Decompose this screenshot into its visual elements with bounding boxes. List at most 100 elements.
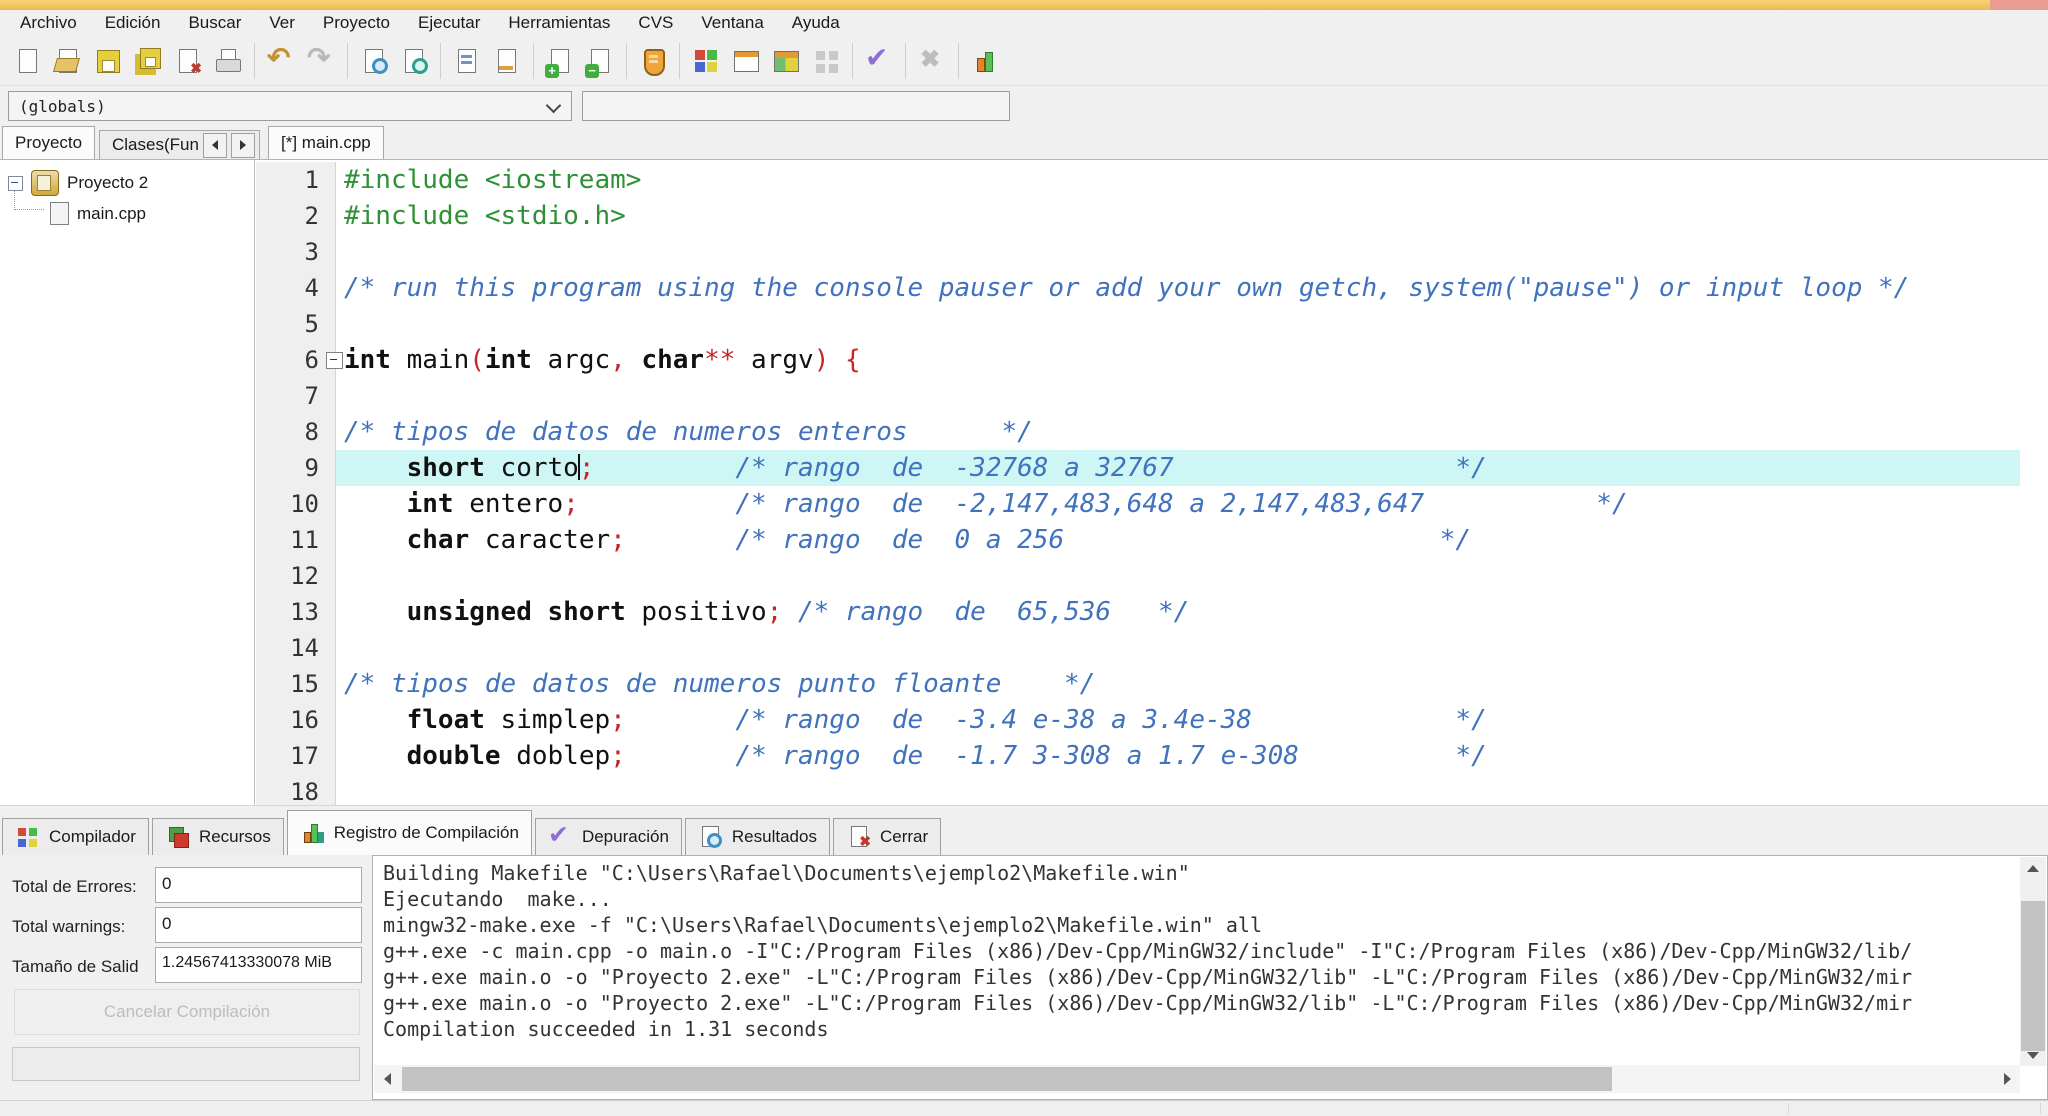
tree-collapse-icon[interactable] — [8, 176, 23, 191]
gutter-line-14[interactable]: 14 — [256, 630, 336, 666]
code-editor[interactable]: 1#include <iostream>2#include <stdio.h>3… — [256, 160, 2048, 805]
left-tab-proyecto[interactable]: Proyecto — [2, 126, 95, 159]
tree-node-file[interactable]: main.cpp — [50, 202, 146, 225]
output-size-field[interactable]: 1.24567413330078 MiB — [155, 947, 362, 983]
fold-collapse-icon[interactable] — [326, 352, 343, 369]
compile-log[interactable]: Building Makefile "C:\Users\Rafael\Docum… — [372, 855, 2048, 1100]
tab-scroll-right-button[interactable] — [231, 133, 255, 158]
gutter-line-8[interactable]: 8 — [256, 414, 336, 450]
code-line-14-text[interactable] — [336, 630, 2020, 666]
gutter-line-13[interactable]: 13 — [256, 594, 336, 630]
chevron-down-icon[interactable] — [546, 98, 562, 114]
windows-grid-button[interactable] — [806, 39, 846, 83]
window-layout-button[interactable] — [726, 39, 766, 83]
open-file-button[interactable] — [48, 39, 88, 83]
code-line-4-text[interactable]: /* run this program using the console pa… — [336, 270, 2020, 306]
new-file-button[interactable] — [8, 39, 48, 83]
scrollbar-thumb[interactable] — [402, 1067, 1612, 1091]
editor-tab-main-cpp[interactable]: [*] main.cpp — [268, 126, 384, 159]
report-tab-compilador[interactable]: Compilador — [2, 818, 149, 855]
menu-edici-n[interactable]: Edición — [91, 10, 175, 36]
report-tab-registro-de-compilaci-n[interactable]: Registro de Compilación — [287, 810, 532, 855]
warnings-value-field[interactable]: 0 — [155, 907, 362, 943]
menu-archivo[interactable]: Archivo — [6, 10, 91, 36]
left-tab-clases[interactable]: Clases(Fun — [99, 130, 260, 159]
profile-analysis-button[interactable] — [965, 39, 1005, 83]
code-line-13-text[interactable]: unsigned short positivo; /* rango de 65,… — [336, 594, 2020, 630]
gutter-line-5[interactable]: 5 — [256, 306, 336, 342]
menu-ayuda[interactable]: Ayuda — [778, 10, 854, 36]
gutter-line-4[interactable]: 4 — [256, 270, 336, 306]
code-line-16-text[interactable]: float simplep; /* rango de -3.4 e-38 a 3… — [336, 702, 2020, 738]
menu-herramientas[interactable]: Herramientas — [494, 10, 624, 36]
code-line-3-text[interactable] — [336, 234, 2020, 270]
code-line-15-text[interactable]: /* tipos de datos de numeros punto floan… — [336, 666, 2020, 702]
menu-ejecutar[interactable]: Ejecutar — [404, 10, 494, 36]
menu-proyecto[interactable]: Proyecto — [309, 10, 404, 36]
scrollbar-up-button[interactable] — [2020, 857, 2046, 879]
code-line-9-text[interactable]: short corto; /* rango de -32768 a 32767 … — [336, 450, 2020, 486]
print-button[interactable] — [208, 39, 248, 83]
add-to-project-button[interactable] — [540, 39, 580, 83]
window-close-button[interactable] — [1990, 0, 2048, 10]
save-button[interactable] — [88, 39, 128, 83]
code-line-7-text[interactable] — [336, 378, 2020, 414]
syntax-check-button[interactable] — [859, 39, 899, 83]
gutter-line-10[interactable]: 10 — [256, 486, 336, 522]
menu-buscar[interactable]: Buscar — [174, 10, 255, 36]
abort-compilation-button[interactable] — [912, 39, 952, 83]
report-tab-cerrar[interactable]: Cerrar — [833, 818, 941, 855]
code-line-5-text[interactable] — [336, 306, 2020, 342]
save-all-button[interactable] — [128, 39, 168, 83]
code-line-8-text[interactable]: /* tipos de datos de numeros enteros */ — [336, 414, 2020, 450]
undo-button[interactable] — [261, 39, 301, 83]
symbol-browser-combobox[interactable]: (globals) — [8, 91, 572, 121]
project-options-button[interactable] — [686, 39, 726, 83]
gutter-line-6[interactable]: 6 — [256, 342, 336, 378]
cancel-compilation-button[interactable]: Cancelar Compilación — [14, 989, 360, 1035]
report-tab-recursos[interactable]: Recursos — [152, 818, 284, 855]
gutter-line-7[interactable]: 7 — [256, 378, 336, 414]
close-file-button[interactable] — [168, 39, 208, 83]
find-button[interactable] — [354, 39, 394, 83]
gutter-line-2[interactable]: 2 — [256, 198, 336, 234]
code-line-1-text[interactable]: #include <iostream> — [336, 162, 2020, 198]
scrollbar-thumb[interactable] — [2021, 901, 2045, 1051]
scrollbar-right-button[interactable] — [1994, 1065, 2020, 1093]
report-tab-depuraci-n[interactable]: Depuración — [535, 818, 682, 855]
menu-ventana[interactable]: Ventana — [687, 10, 777, 36]
secondary-combobox[interactable] — [582, 91, 1010, 121]
gutter-line-12[interactable]: 12 — [256, 558, 336, 594]
code-line-10-text[interactable]: int entero; /* rango de -2,147,483,648 a… — [336, 486, 2020, 522]
report-tab-resultados[interactable]: Resultados — [685, 818, 830, 855]
log-horizontal-scrollbar[interactable] — [374, 1065, 2020, 1093]
gutter-line-1[interactable]: 1 — [256, 162, 336, 198]
run-button[interactable] — [633, 39, 673, 83]
gutter-line-18[interactable]: 18 — [256, 774, 336, 805]
menu-cvs[interactable]: CVS — [624, 10, 687, 36]
log-vertical-scrollbar[interactable] — [2020, 857, 2046, 1066]
gutter-line-3[interactable]: 3 — [256, 234, 336, 270]
gutter-line-11[interactable]: 11 — [256, 522, 336, 558]
scrollbar-down-button[interactable] — [2020, 1044, 2046, 1066]
redo-button[interactable] — [301, 39, 341, 83]
code-line-6-text[interactable]: int main(int argc, char** argv) { — [336, 342, 2020, 378]
replace-button[interactable] — [447, 39, 487, 83]
code-line-17-text[interactable]: double doblep; /* rango de -1.7 3-308 a … — [336, 738, 2020, 774]
tree-node-project[interactable]: Proyecto 2 — [8, 170, 148, 196]
gutter-line-17[interactable]: 17 — [256, 738, 336, 774]
scrollbar-left-button[interactable] — [374, 1065, 400, 1093]
code-line-2-text[interactable]: #include <stdio.h> — [336, 198, 2020, 234]
remove-from-project-button[interactable] — [580, 39, 620, 83]
code-line-12-text[interactable] — [336, 558, 2020, 594]
menu-ver[interactable]: Ver — [255, 10, 309, 36]
errors-value-field[interactable]: 0 — [155, 867, 362, 903]
replace-all-button[interactable] — [487, 39, 527, 83]
gutter-line-15[interactable]: 15 — [256, 666, 336, 702]
code-line-11-text[interactable]: char caracter; /* rango de 0 a 256 */ — [336, 522, 2020, 558]
window-colored-button[interactable] — [766, 39, 806, 83]
find-in-files-button[interactable] — [394, 39, 434, 83]
gutter-line-9[interactable]: 9 — [256, 450, 336, 486]
tab-scroll-left-button[interactable] — [203, 133, 227, 158]
gutter-line-16[interactable]: 16 — [256, 702, 336, 738]
